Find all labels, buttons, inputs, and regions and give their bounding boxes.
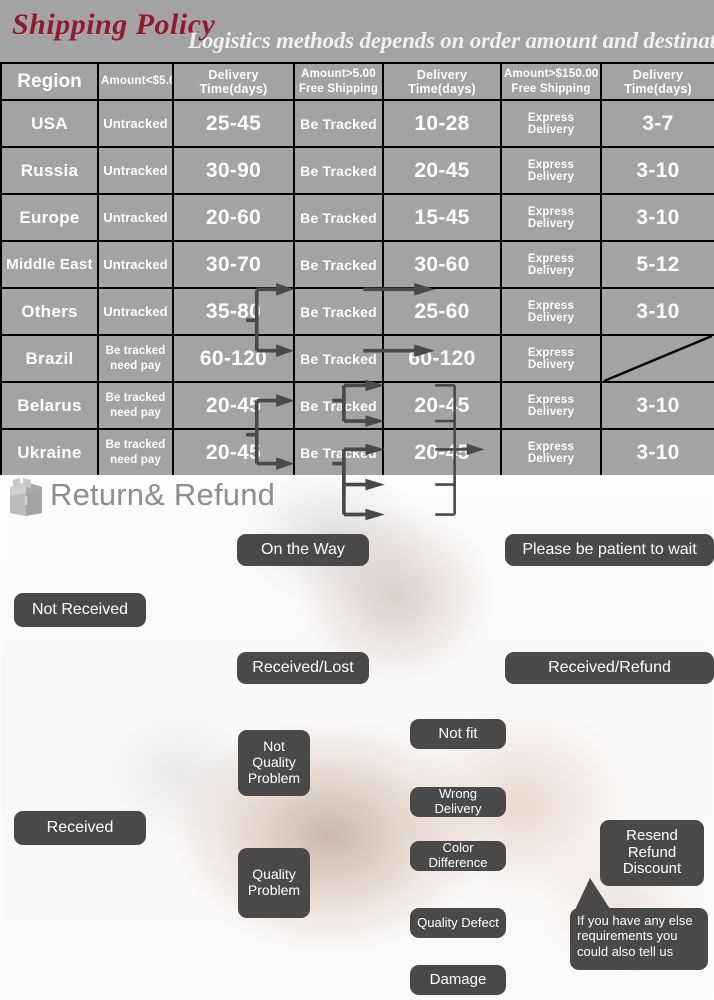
node-line-3: Problem bbox=[247, 769, 301, 786]
flow-node-not-received[interactable]: Not Received bbox=[14, 593, 146, 627]
flow-node-quality-defect[interactable]: Quality Defect bbox=[410, 908, 506, 938]
node-line-2: Refund bbox=[627, 843, 677, 861]
callout-line-2: requirements you bbox=[577, 928, 678, 944]
flow-node-received-refund[interactable]: Received/Refund bbox=[505, 652, 714, 684]
flow-node-received[interactable]: Received bbox=[14, 811, 146, 845]
flow-node-damage[interactable]: Damage bbox=[410, 965, 506, 995]
node-line-1: Quality bbox=[252, 866, 296, 883]
node-line-3: Discount bbox=[622, 860, 682, 878]
flow-node-on-the-way[interactable]: On the Way bbox=[237, 534, 369, 566]
flow-node-not-fit[interactable]: Not fit bbox=[410, 719, 506, 749]
callout-line-1: If you have any else bbox=[577, 913, 693, 928]
node-line-2: Problem bbox=[247, 882, 301, 898]
flow-node-wrong-delivery[interactable]: Wrong Delivery bbox=[410, 787, 506, 817]
flow-node-quality-problem[interactable]: Quality Problem bbox=[238, 848, 310, 918]
flow-node-color-difference[interactable]: Color Difference bbox=[410, 841, 506, 871]
flow-node-please-be-patient[interactable]: Please be patient to wait bbox=[505, 534, 714, 566]
flow-node-received-lost[interactable]: Received/Lost bbox=[237, 652, 369, 684]
callout-line-3: could also tell us bbox=[577, 943, 674, 959]
callout-pointer-icon bbox=[574, 878, 612, 912]
node-line-1: Not bbox=[263, 738, 285, 755]
flow-node-not-quality-problem[interactable]: Not Quality Problem bbox=[238, 730, 310, 796]
node-line-2: Quality bbox=[252, 754, 296, 771]
returns-flowchart: Not Received On the Way Please be patien… bbox=[0, 0, 714, 995]
flowchart-connectors bbox=[246, 282, 485, 521]
flow-node-resend-refund-discount[interactable]: Resend Refund Discount bbox=[600, 820, 704, 886]
callout-note: If you have any else requirements you co… bbox=[570, 908, 708, 970]
node-line-1: Resend bbox=[626, 826, 678, 844]
